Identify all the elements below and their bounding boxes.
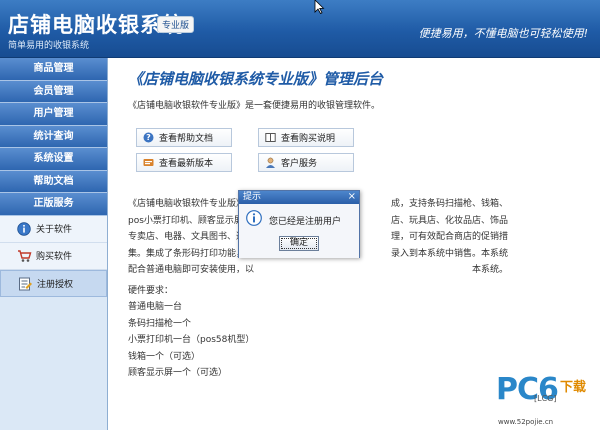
- watermark: PC6 下载 [LCG] www.52pojie.cn: [496, 372, 596, 428]
- desc-line-5: 配合普通电脑即可安装使用，以: [128, 265, 255, 275]
- cart-icon: [16, 248, 32, 264]
- info-dialog: 提示 × 您已经是注册用户 确定: [238, 190, 360, 258]
- desc-line-4-right: 录入到本系统中销售。本系统: [390, 248, 508, 259]
- watermark-brand-cn: 下载: [560, 380, 587, 395]
- version-icon: [143, 157, 154, 168]
- sidebar-item-users[interactable]: 用户管理: [0, 103, 107, 126]
- info-icon: [246, 210, 262, 226]
- desc-line-1-right: 成，支持条码扫描枪、钱箱、: [390, 199, 508, 209]
- desc-line-4: 集。集成了条形码打印功能，对: [128, 248, 255, 259]
- hardware-item: 小票打印机一台（pos58机型）: [128, 335, 255, 345]
- submenu-register-label: 注册授权: [37, 279, 74, 290]
- sidebar-item-statistics[interactable]: 统计查询: [0, 125, 107, 148]
- sidebar-item-members[interactable]: 会员管理: [0, 80, 107, 103]
- hardware-item: 条码扫描枪一个: [128, 318, 192, 329]
- sidebar-item-settings[interactable]: 系统设置: [0, 148, 107, 171]
- submenu-about[interactable]: 关于软件: [0, 216, 107, 243]
- submenu-buy-label: 购买软件: [36, 252, 73, 262]
- app-subtitle: 简单易用的收银系统: [8, 41, 90, 51]
- watermark-url: www.52pojie.cn: [498, 418, 554, 426]
- watermark-tag: [LCG]: [534, 394, 557, 403]
- hardware-title: 硬件要求：: [128, 286, 174, 296]
- hardware-item: 普通电脑一台: [128, 302, 183, 312]
- view-help-doc-button[interactable]: ? 查看帮助文档: [136, 128, 232, 147]
- hardware-list: 普通电脑一台 条码扫描枪一个 小票打印机一台（pos58机型） 钱箱一个（可选）…: [128, 299, 254, 382]
- submenu-about-label: 关于软件: [36, 225, 73, 235]
- view-help-doc-label: 查看帮助文档: [159, 134, 214, 144]
- view-purchase-guide-button[interactable]: 查看购买说明: [258, 128, 354, 147]
- sidebar-item-help[interactable]: 帮助文档: [0, 170, 107, 193]
- desc-line-3: 专卖店、电器、文具图书、通讯: [128, 232, 255, 242]
- view-latest-version-button[interactable]: 查看最新版本: [136, 153, 232, 172]
- hardware-item: 钱箱一个（可选）: [128, 351, 201, 362]
- view-purchase-guide-label: 查看购买说明: [281, 134, 336, 144]
- dialog-title: 提示: [243, 192, 262, 202]
- dialog-body: 您已经是注册用户 确定: [239, 204, 359, 258]
- dialog-titlebar[interactable]: 提示 ×: [239, 191, 359, 204]
- desc-line-1: 《店铺电脑收银软件专业版》由: [128, 199, 255, 209]
- submenu-register[interactable]: 注册授权: [0, 269, 107, 297]
- slogan: 便捷易用，不懂电脑也可轻松使用!: [418, 27, 588, 40]
- customer-service-button[interactable]: 客户服务: [258, 153, 354, 172]
- mouse-cursor-icon: [314, 0, 325, 14]
- close-icon[interactable]: ×: [348, 191, 356, 203]
- app-header: 店铺电脑收银系统 专业版 简单易用的收银系统 便捷易用，不懂电脑也可轻松使用!: [0, 0, 600, 58]
- book-icon: [265, 132, 276, 143]
- desc-line-5-right: 本系统。: [471, 265, 508, 275]
- dialog-message: 您已经是注册用户: [269, 217, 342, 227]
- intro-text: 《店铺电脑收银软件专业版》是一套便捷易用的收银管理软件。: [128, 101, 381, 111]
- hardware-item: 顾客显示屏一个（可选）: [128, 368, 228, 378]
- help-doc-icon: ?: [143, 132, 154, 143]
- info-icon: [16, 221, 32, 237]
- edition-badge: 专业版: [157, 16, 195, 33]
- view-latest-version-label: 查看最新版本: [159, 159, 214, 169]
- desc-line-2-right: 店、玩具店、化妆品店、饰品: [390, 215, 508, 226]
- customer-service-icon: [265, 157, 276, 168]
- license-submenu: 关于软件 购买软件 注册授权: [0, 215, 107, 297]
- desc-line-2: pos小票打印机、顾客显示屏。: [128, 215, 252, 226]
- sidebar-item-products[interactable]: 商品管理: [0, 58, 107, 81]
- submenu-buy[interactable]: 购买软件: [0, 243, 107, 270]
- customer-service-label: 客户服务: [281, 159, 318, 169]
- page-title: 《店铺电脑收银系统专业版》管理后台: [128, 70, 384, 88]
- sidebar-item-license-service[interactable]: 正版服务: [0, 193, 107, 216]
- sidebar: 商品管理 会员管理 用户管理 统计查询 系统设置 帮助文档 正版服务 关于软件 …: [0, 58, 108, 430]
- ok-button[interactable]: 确定: [279, 236, 319, 251]
- desc-line-3-right: 理，可有效配合商店的促销措: [390, 232, 508, 242]
- svg-text:?: ?: [146, 133, 151, 142]
- register-icon: [17, 275, 33, 291]
